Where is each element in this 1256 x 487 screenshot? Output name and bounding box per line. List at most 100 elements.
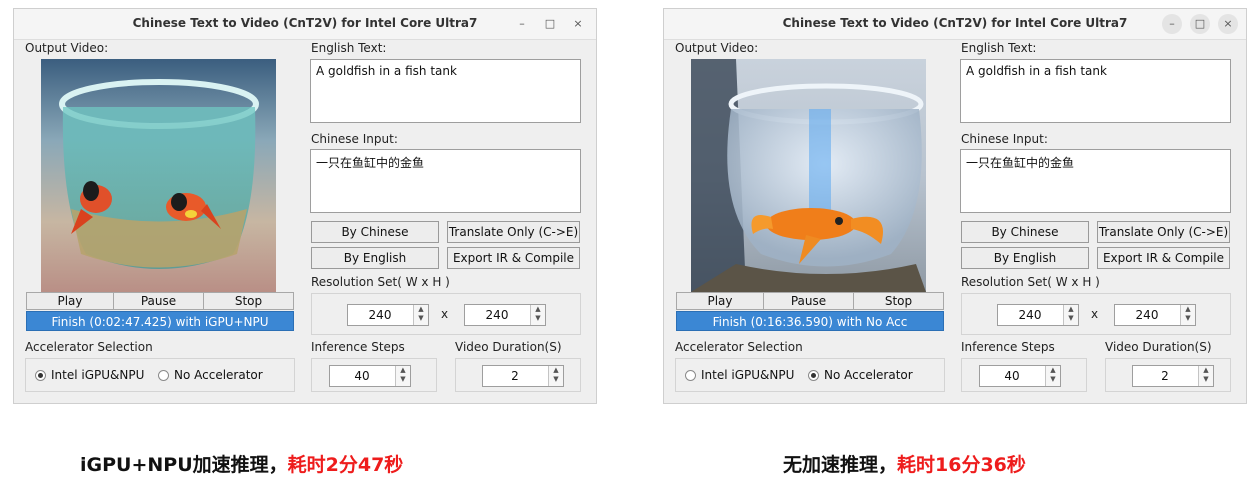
radio-label: Intel iGPU&NPU [51,368,145,382]
close-icon[interactable]: × [1218,14,1238,34]
window-title: Chinese Text to Video (CnT2V) for Intel … [782,16,1128,30]
radio-no-accelerator[interactable]: No Accelerator [158,368,263,382]
stop-button[interactable]: Stop [853,292,944,310]
width-spinbox[interactable]: 240 ▲ ▼ [347,304,429,326]
by-english-button[interactable]: By English [311,247,439,269]
width-value: 240 [368,308,392,322]
radio-selected-icon [808,369,819,381]
spin-arrows-icon[interactable]: ▲ ▼ [530,305,545,325]
duration-group: 2 ▲ ▼ [455,358,581,392]
left-app-window: Chinese Text to Video (CnT2V) for Intel … [13,8,597,404]
spin-arrows-icon[interactable]: ▲ ▼ [413,305,428,325]
spin-arrows-icon[interactable]: ▲ ▼ [1063,305,1078,325]
resolution-label: Resolution Set( W x H ) [961,275,1100,289]
resolution-separator: x [441,307,449,321]
minimize-icon[interactable]: – [512,14,532,34]
status-bar: Finish (0:16:36.590) with No Acc [676,311,944,331]
inference-steps-spinbox[interactable]: 40 ▲ ▼ [979,365,1061,387]
right-caption-text: 无加速推理， [783,454,898,476]
english-text-input[interactable]: A goldfish in a fish tank [310,59,581,123]
steps-group: 40 ▲ ▼ [961,358,1087,392]
status-bar: Finish (0:02:47.425) with iGPU+NPU [26,311,294,331]
maximize-icon[interactable]: □ [1190,14,1210,34]
stop-button[interactable]: Stop [203,292,294,310]
resolution-group: 240 ▲ ▼ x 240 ▲ ▼ [311,293,581,335]
by-english-button[interactable]: By English [961,247,1089,269]
chinese-input-field[interactable]: 一只在鱼缸中的金鱼 [960,149,1231,213]
resolution-separator: x [1091,307,1099,321]
accelerator-selection-label: Accelerator Selection [25,340,153,354]
radio-intel-npu[interactable]: Intel iGPU&NPU [35,368,144,382]
english-text-label: English Text: [311,41,387,55]
export-ir-button[interactable]: Export IR & Compile [447,247,580,269]
english-text-label: English Text: [961,41,1037,55]
duration-value: 2 [1161,369,1169,383]
radio-unselected-icon [158,369,169,381]
window-title: Chinese Text to Video (CnT2V) for Intel … [132,16,478,30]
output-video-label: Output Video: [25,41,109,55]
resolution-label: Resolution Set( W x H ) [311,275,450,289]
inference-steps-spinbox[interactable]: 40 ▲ ▼ [329,365,411,387]
inference-steps-label: Inference Steps [961,340,1055,354]
close-icon[interactable]: × [568,14,588,34]
spin-arrows-icon[interactable]: ▲ ▼ [548,366,563,386]
video-duration-spinbox[interactable]: 2 ▲ ▼ [1132,365,1214,387]
radio-label: No Accelerator [824,368,913,382]
left-caption-time: 耗时2分47秒 [287,454,404,476]
right-caption-time: 耗时16分36秒 [897,454,1026,476]
steps-value: 40 [1004,369,1020,383]
duration-value: 2 [511,369,519,383]
accelerator-group: Intel iGPU&NPU No Accelerator [25,358,295,392]
width-spinbox[interactable]: 240 ▲ ▼ [997,304,1079,326]
play-button[interactable]: Play [676,292,764,310]
height-value: 240 [1135,308,1159,322]
translate-only-button[interactable]: Translate Only (C->E) [447,221,580,243]
video-duration-spinbox[interactable]: 2 ▲ ▼ [482,365,564,387]
radio-label: Intel iGPU&NPU [701,368,795,382]
chinese-input-label: Chinese Input: [311,132,398,146]
steps-group: 40 ▲ ▼ [311,358,437,392]
title-bar: Chinese Text to Video (CnT2V) for Intel … [664,9,1246,40]
output-video-label: Output Video: [675,41,759,55]
height-spinbox[interactable]: 240 ▲ ▼ [464,304,546,326]
left-caption: iGPU+NPU加速推理，耗时2分47秒 [80,450,403,477]
resolution-group: 240 ▲ ▼ x 240 ▲ ▼ [961,293,1231,335]
height-spinbox[interactable]: 240 ▲ ▼ [1114,304,1196,326]
radio-intel-npu[interactable]: Intel iGPU&NPU [685,368,794,382]
radio-no-accelerator[interactable]: No Accelerator [808,368,913,382]
video-frame [41,59,276,292]
width-value: 240 [1018,308,1042,322]
accelerator-selection-label: Accelerator Selection [675,340,803,354]
video-duration-label: Video Duration(S) [455,340,562,354]
chinese-input-field[interactable]: 一只在鱼缸中的金鱼 [310,149,581,213]
translate-only-button[interactable]: Translate Only (C->E) [1097,221,1230,243]
maximize-icon[interactable]: □ [540,14,560,34]
chinese-input-label: Chinese Input: [961,132,1048,146]
spin-arrows-icon[interactable]: ▲ ▼ [395,366,410,386]
right-caption: 无加速推理，耗时16分36秒 [783,450,1026,477]
spin-arrows-icon[interactable]: ▲ ▼ [1045,366,1060,386]
pause-button[interactable]: Pause [763,292,854,310]
inference-steps-label: Inference Steps [311,340,405,354]
english-text-input[interactable]: A goldfish in a fish tank [960,59,1231,123]
left-caption-text: iGPU+NPU加速推理， [80,454,288,476]
play-button[interactable]: Play [26,292,114,310]
radio-label: No Accelerator [174,368,263,382]
by-chinese-button[interactable]: By Chinese [311,221,439,243]
radio-selected-icon [35,369,46,381]
export-ir-button[interactable]: Export IR & Compile [1097,247,1230,269]
video-duration-label: Video Duration(S) [1105,340,1212,354]
title-bar: Chinese Text to Video (CnT2V) for Intel … [14,9,596,40]
radio-unselected-icon [685,369,696,381]
spin-arrows-icon[interactable]: ▲ ▼ [1198,366,1213,386]
steps-value: 40 [354,369,370,383]
spin-arrows-icon[interactable]: ▲ ▼ [1180,305,1195,325]
by-chinese-button[interactable]: By Chinese [961,221,1089,243]
right-app-window: Chinese Text to Video (CnT2V) for Intel … [663,8,1247,404]
pause-button[interactable]: Pause [113,292,204,310]
minimize-icon[interactable]: – [1162,14,1182,34]
accelerator-group: Intel iGPU&NPU No Accelerator [675,358,945,392]
video-frame [691,59,926,292]
duration-group: 2 ▲ ▼ [1105,358,1231,392]
height-value: 240 [485,308,509,322]
